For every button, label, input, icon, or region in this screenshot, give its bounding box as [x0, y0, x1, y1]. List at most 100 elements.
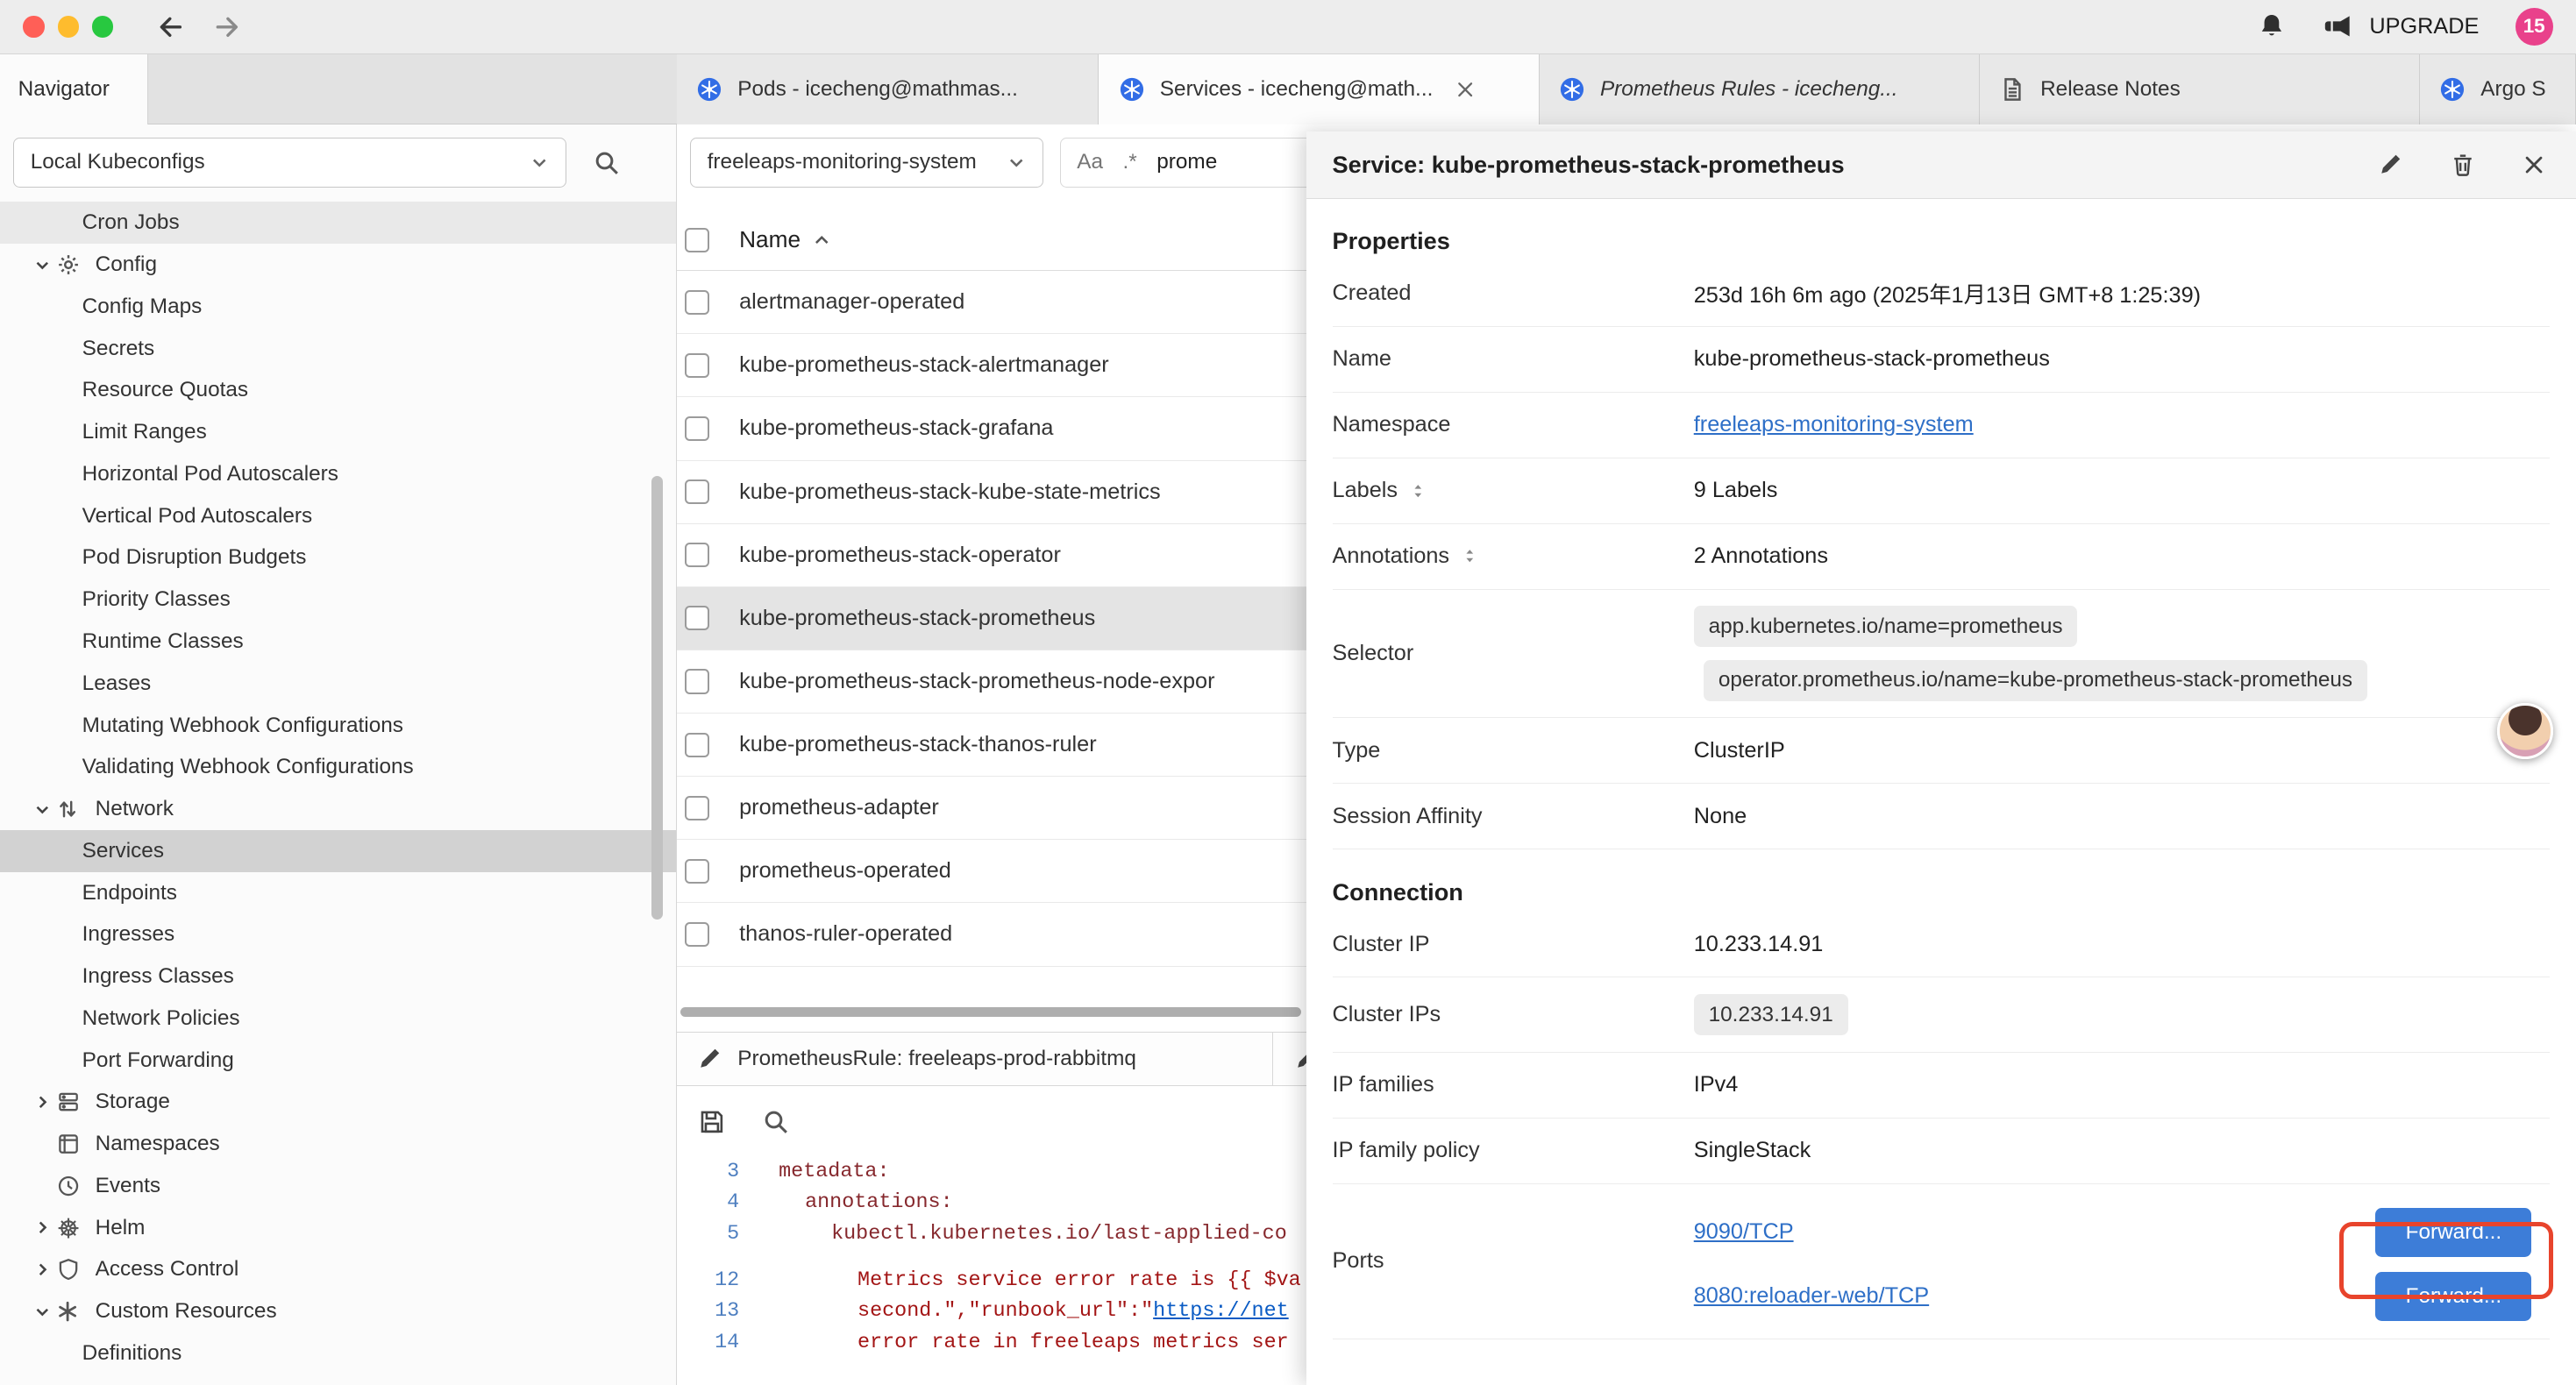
drawer-header: Service: kube-prometheus-stack-prometheu…: [1306, 131, 2576, 199]
sidebar-scrollbar[interactable]: [651, 476, 663, 920]
sidebar-item-endpoints[interactable]: Endpoints: [0, 872, 676, 914]
titlebar: UPGRADE 15: [0, 0, 2576, 54]
row-checkbox[interactable]: [685, 859, 709, 884]
sidebar-item-resource-quotas[interactable]: Resource Quotas: [0, 370, 676, 412]
sidebar-item-cron-jobs[interactable]: Cron Jobs: [0, 202, 676, 244]
drawer-body: PropertiesCreated253d 16h 6m ago (2025年1…: [1306, 199, 2576, 1385]
match-case-toggle[interactable]: Aa: [1077, 150, 1103, 174]
sidebar-item-services[interactable]: Services: [0, 830, 676, 872]
navigator-panel-tab[interactable]: Navigator: [0, 54, 148, 125]
sidebar-item-network-policies[interactable]: Network Policies: [0, 998, 676, 1040]
forward-button[interactable]: Forward...: [2375, 1208, 2531, 1257]
sidebar-item-horizontal-pod-autoscalers[interactable]: Horizontal Pod Autoscalers: [0, 453, 676, 495]
sidebar-item-port-forwarding[interactable]: Port Forwarding: [0, 1040, 676, 1082]
tab-pods-icecheng-mathmas[interactable]: Pods - icecheng@mathmas...: [677, 54, 1099, 125]
port-link[interactable]: 9090/TCP: [1694, 1219, 1794, 1245]
sidebar-item-config-maps[interactable]: Config Maps: [0, 286, 676, 328]
sidebar-item-pod-disruption-budgets[interactable]: Pod Disruption Budgets: [0, 537, 676, 579]
editor-search-icon[interactable]: [762, 1108, 790, 1136]
detail-label: Annotations: [1333, 543, 1694, 569]
sidebar-item-label: Validating Webhook Configurations: [82, 755, 414, 779]
sidebar-item-access-control[interactable]: Access Control: [0, 1249, 676, 1291]
detail-row-created: Created253d 16h 6m ago (2025年1月13日 GMT+8…: [1333, 261, 2550, 327]
namespace-link[interactable]: freeleaps-monitoring-system: [1694, 412, 1974, 437]
row-checkbox[interactable]: [685, 290, 709, 315]
forward-button[interactable]: Forward...: [2375, 1272, 2531, 1321]
row-checkbox[interactable]: [685, 796, 709, 820]
maximize-window-button[interactable]: [92, 16, 113, 37]
sidebar-item-custom-resources[interactable]: Custom Resources: [0, 1290, 676, 1332]
dock-tab-prometheusrule[interactable]: PrometheusRule: freeleaps-prod-rabbitmq: [677, 1033, 1273, 1085]
sidebar-item-label: Pod Disruption Budgets: [82, 545, 307, 570]
chevron-right-icon[interactable]: [30, 1093, 56, 1112]
row-checkbox[interactable]: [685, 353, 709, 378]
forward-icon[interactable]: [212, 12, 242, 42]
sidebar-item-validating-webhook-configurations[interactable]: Validating Webhook Configurations: [0, 746, 676, 788]
detail-label: Cluster IP: [1333, 932, 1694, 957]
row-checkbox[interactable]: [685, 922, 709, 947]
close-icon[interactable]: [2522, 153, 2546, 177]
section-heading-connection: Connection: [1333, 873, 2550, 913]
notifications-bell-icon[interactable]: [2258, 12, 2286, 40]
edit-pencil-icon[interactable]: [2377, 152, 2403, 178]
detail-value: kube-prometheus-stack-prometheus: [1694, 346, 2050, 372]
tab-release-notes[interactable]: Release Notes: [1980, 54, 2420, 125]
sidebar-item-namespaces[interactable]: Namespaces: [0, 1123, 676, 1165]
row-checkbox[interactable]: [685, 606, 709, 630]
tab-prometheus-rules-icecheng[interactable]: Prometheus Rules - icecheng...: [1540, 54, 1980, 125]
sidebar-item-secrets[interactable]: Secrets: [0, 328, 676, 370]
chevron-down-icon[interactable]: [30, 800, 56, 819]
upgrade-button[interactable]: UPGRADE: [2322, 12, 2479, 40]
sidebar-item-events[interactable]: Events: [0, 1165, 676, 1207]
horizontal-scrollbar[interactable]: [680, 1007, 1301, 1017]
sidebar-item-mutating-webhook-configurations[interactable]: Mutating Webhook Configurations: [0, 705, 676, 747]
row-checkbox[interactable]: [685, 543, 709, 567]
sidebar-item-ingresses[interactable]: Ingresses: [0, 913, 676, 955]
row-checkbox[interactable]: [685, 733, 709, 757]
row-checkbox[interactable]: [685, 669, 709, 693]
row-checkbox[interactable]: [685, 416, 709, 441]
token-string: error rate in freeleaps metrics ser: [857, 1332, 1289, 1354]
sidebar-item-ingress-classes[interactable]: Ingress Classes: [0, 955, 676, 998]
tab-argo-s[interactable]: Argo S: [2420, 54, 2576, 125]
detail-row-ip-family-policy: IP family policySingleStack: [1333, 1119, 2550, 1184]
sidebar-item-storage[interactable]: Storage: [0, 1082, 676, 1124]
sidebar-item-vertical-pod-autoscalers[interactable]: Vertical Pod Autoscalers: [0, 495, 676, 537]
sort-updown-icon[interactable]: [1461, 545, 1479, 566]
back-icon[interactable]: [156, 12, 186, 42]
line-number: 4: [677, 1191, 762, 1214]
chevron-down-icon[interactable]: [30, 1303, 56, 1321]
minimize-window-button[interactable]: [58, 16, 79, 37]
code-text: kubectl.kubernetes.io/last-applied-co: [762, 1223, 1286, 1246]
sidebar-item-leases[interactable]: Leases: [0, 663, 676, 705]
kubeconfig-selector[interactable]: Local Kubeconfigs: [13, 138, 566, 187]
sidebar-item-priority-classes[interactable]: Priority Classes: [0, 579, 676, 621]
port-link[interactable]: 8080:reloader-web/TCP: [1694, 1283, 1929, 1309]
sidebar-item-helm[interactable]: Helm: [0, 1207, 676, 1249]
row-checkbox[interactable]: [685, 479, 709, 504]
sort-updown-icon[interactable]: [1409, 480, 1427, 501]
sidebar-item-runtime-classes[interactable]: Runtime Classes: [0, 621, 676, 663]
regex-toggle[interactable]: .*: [1123, 150, 1137, 174]
line-number: 5: [677, 1223, 762, 1246]
sidebar-item-label: Ingresses: [82, 922, 175, 947]
kubeconfig-selector-value: Local Kubeconfigs: [31, 150, 205, 174]
close-window-button[interactable]: [23, 16, 44, 37]
sidebar-search-icon[interactable]: [593, 149, 621, 177]
chevron-right-icon[interactable]: [30, 1261, 56, 1279]
tab-services-icecheng-math[interactable]: Services - icecheng@math...: [1099, 54, 1539, 125]
trash-icon[interactable]: [2450, 152, 2476, 178]
close-tab-icon[interactable]: [1455, 79, 1476, 100]
chevron-down-icon[interactable]: [30, 256, 56, 274]
name-column-header[interactable]: Name: [739, 226, 832, 253]
sidebar-item-definitions[interactable]: Definitions: [0, 1332, 676, 1374]
sidebar-item-network[interactable]: Network: [0, 788, 676, 830]
chevron-right-icon[interactable]: [30, 1218, 56, 1237]
notification-count-badge[interactable]: 15: [2516, 8, 2553, 46]
save-icon[interactable]: [698, 1108, 726, 1136]
select-all-checkbox[interactable]: [685, 228, 709, 252]
namespace-filter-dropdown[interactable]: freeleaps-monitoring-system: [690, 138, 1043, 187]
sidebar-item-config[interactable]: Config: [0, 244, 676, 286]
service-name: kube-prometheus-stack-prometheus: [739, 606, 1095, 631]
sidebar-item-limit-ranges[interactable]: Limit Ranges: [0, 411, 676, 453]
